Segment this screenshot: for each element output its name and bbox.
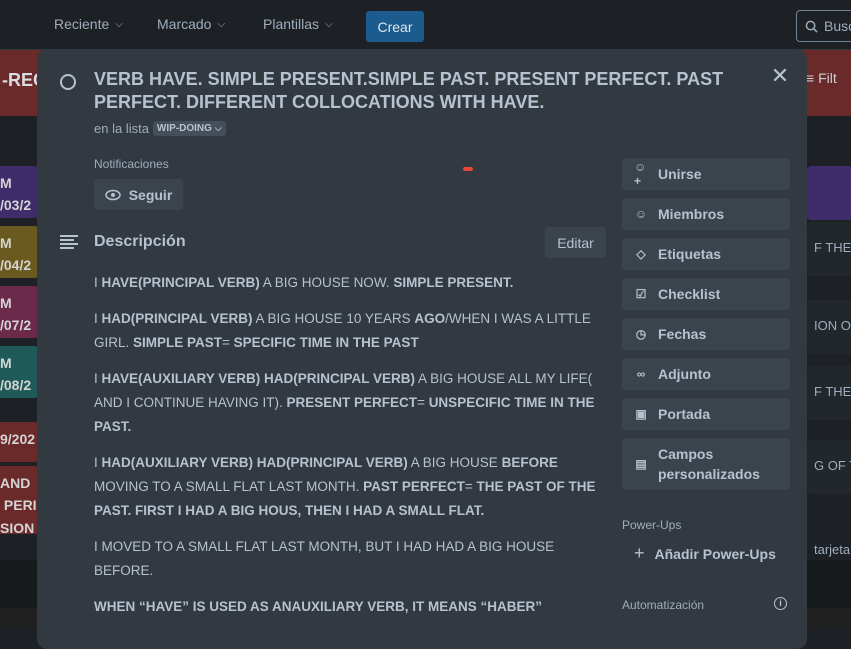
- automation-label: Automatización: [622, 598, 705, 612]
- background-card[interactable]: F THE L: [806, 222, 851, 276]
- sidebar-action-label: Miembros: [658, 206, 725, 222]
- sidebar-action-label: Checklist: [658, 286, 721, 302]
- card-detail-modal: VERB HAVE. SIMPLE PRESENT.SIMPLE PAST. P…: [37, 49, 807, 649]
- description-body[interactable]: I HAVE(PRINCIPAL VERB) A BIG HOUSE NOW. …: [94, 271, 614, 631]
- cover-icon: ▣: [635, 407, 647, 421]
- description-text: HAVE(PRINCIPAL VERB): [101, 275, 260, 290]
- add-user-icon: ☺+: [634, 160, 647, 188]
- paperclip-icon: ∞: [636, 367, 646, 381]
- checkbox-icon: ☑: [635, 287, 647, 301]
- user-icon: ☺: [634, 207, 648, 221]
- description-text: SIMPLE PRESENT.: [393, 275, 514, 290]
- description-text: PRESENT PERFECT: [286, 395, 418, 410]
- sidebar-action-tag[interactable]: ◇ Etiquetas: [622, 238, 790, 270]
- description-text: I MOVED TO A SMALL FLAT LAST MONTH, BUT …: [94, 539, 555, 578]
- description-text: BEFORE: [501, 455, 558, 470]
- description-text: HAD(AUXILIARY VERB) HAD(PRINCIPAL VERB): [101, 455, 408, 470]
- complete-card-checkbox[interactable]: [60, 74, 76, 90]
- description-text: I: [94, 455, 102, 470]
- description-text: WHEN “HAVE” IS USED AS ANAUXILIARY VERB,…: [94, 599, 543, 614]
- sidebar-action-clock[interactable]: ◷ Fechas: [622, 318, 790, 350]
- create-button[interactable]: Crear: [366, 11, 424, 42]
- description-text: MOVING TO A SMALL FLAT LAST MONTH.: [94, 479, 364, 494]
- description-text: A BIG HOUSE: [407, 455, 502, 470]
- nav-recent[interactable]: Reciente ⌵: [54, 16, 123, 32]
- top-navigation: Reciente ⌵ Marcado ⌵ Plantillas ⌵ Crear Bus…: [0, 0, 851, 50]
- background-card[interactable]: M /07/2: [0, 286, 40, 338]
- background-card[interactable]: M /08/2: [0, 346, 40, 398]
- description-text: AGO: [414, 311, 446, 326]
- sidebar-action-add-user[interactable]: ☺+ Unirse: [622, 158, 790, 190]
- custom-fields-icon: ▤: [635, 457, 647, 471]
- card-list-info: en la lista WIP-DOING ⌵: [94, 121, 226, 136]
- sidebar-action-label: Etiquetas: [658, 246, 722, 262]
- info-icon[interactable]: i: [774, 597, 787, 610]
- search-input[interactable]: Busc: [796, 10, 851, 42]
- chevron-down-icon: ⌵: [214, 123, 222, 133]
- description-paragraph: I HAD(AUXILIARY VERB) HAD(PRINCIPAL VERB…: [94, 451, 614, 523]
- background-card[interactable]: G OF T: [806, 440, 851, 494]
- description-text: =: [222, 335, 234, 350]
- description-paragraph: I HAVE(PRINCIPAL VERB) A BIG HOUSE NOW. …: [94, 271, 614, 295]
- background-card[interactable]: [806, 166, 851, 220]
- background-card[interactable]: AND PERI SION: [0, 466, 40, 534]
- tag-icon: ◇: [636, 247, 646, 261]
- board-filter-button[interactable]: ≡ Filt: [806, 70, 837, 86]
- description-text: HAD(PRINCIPAL VERB): [101, 311, 253, 326]
- description-text: I: [94, 275, 102, 290]
- background-card[interactable]: 9/202: [0, 422, 40, 462]
- sidebar-action-custom-fields[interactable]: ▤ Campos personalizados: [622, 438, 790, 490]
- description-text: HAVE(AUXILIARY VERB) HAD(PRINCIPAL VERB): [101, 371, 416, 386]
- description-paragraph: I HAD(PRINCIPAL VERB) A BIG HOUSE 10 YEA…: [94, 307, 614, 355]
- description-text: SIMPLE PAST: [133, 335, 223, 350]
- nav-templates[interactable]: Plantillas ⌵: [263, 16, 333, 32]
- notifications-label: Notificaciones: [94, 157, 169, 171]
- description-text: I: [94, 371, 102, 386]
- sidebar-action-paperclip[interactable]: ∞ Adjunto: [622, 358, 790, 390]
- description-text: A BIG HOUSE 10 YEARS: [252, 311, 415, 326]
- powerups-label: Power-Ups: [622, 518, 682, 532]
- description-text: A BIG HOUSE NOW.: [259, 275, 394, 290]
- background-card[interactable]: ION OF: [806, 300, 851, 354]
- close-icon[interactable]: ✕: [769, 65, 791, 87]
- filter-icon: ≡: [806, 70, 815, 86]
- edit-description-button[interactable]: Editar: [545, 227, 606, 258]
- description-paragraph: I MOVED TO A SMALL FLAT LAST MONTH, BUT …: [94, 535, 614, 583]
- description-text: PAST PERFECT: [363, 479, 465, 494]
- description-paragraph: I HAVE(AUXILIARY VERB) HAD(PRINCIPAL VER…: [94, 367, 614, 439]
- description-text: I: [94, 311, 102, 326]
- chevron-down-icon: ⌵: [325, 18, 333, 30]
- description-text: =: [417, 395, 429, 410]
- sidebar-action-label: Fechas: [658, 326, 707, 342]
- sidebar-action-user[interactable]: ☺ Miembros: [622, 198, 790, 230]
- chevron-down-icon: ⌵: [115, 18, 123, 30]
- clock-icon: ◷: [635, 327, 647, 341]
- list-selector[interactable]: WIP-DOING ⌵: [152, 121, 226, 136]
- description-icon: [60, 235, 78, 249]
- description-text: =: [464, 479, 477, 494]
- background-card[interactable]: M /03/2: [0, 166, 40, 218]
- sidebar-action-cover[interactable]: ▣ Portada: [622, 398, 790, 430]
- description-paragraph: WHEN “HAVE” IS USED AS ANAUXILIARY VERB,…: [94, 595, 614, 619]
- background-card[interactable]: M /04/2: [0, 226, 40, 278]
- sidebar-action-label: Unirse: [658, 166, 702, 182]
- sidebar-action-label: Adjunto: [658, 366, 711, 382]
- follow-button[interactable]: Seguir: [94, 179, 183, 210]
- search-icon: [805, 20, 818, 33]
- sidebar-action-label: Portada: [658, 406, 711, 422]
- sidebar-action-checkbox[interactable]: ☑ Checklist: [622, 278, 790, 310]
- add-powerups-button[interactable]: + Añadir Power-Ups: [634, 543, 776, 564]
- cursor-marker: [463, 167, 473, 171]
- eye-icon: [104, 189, 121, 200]
- description-text: SPECIFIC TIME IN THE PAST: [233, 335, 419, 350]
- plus-icon: +: [634, 543, 645, 563]
- card-title[interactable]: VERB HAVE. SIMPLE PRESENT.SIMPLE PAST. P…: [94, 68, 744, 114]
- background-card[interactable]: F THE D: [806, 366, 851, 420]
- description-heading: Descripción: [94, 233, 186, 250]
- nav-starred[interactable]: Marcado ⌵: [157, 16, 225, 32]
- sidebar-action-label: Campos personalizados: [658, 446, 760, 482]
- chevron-down-icon: ⌵: [217, 18, 226, 30]
